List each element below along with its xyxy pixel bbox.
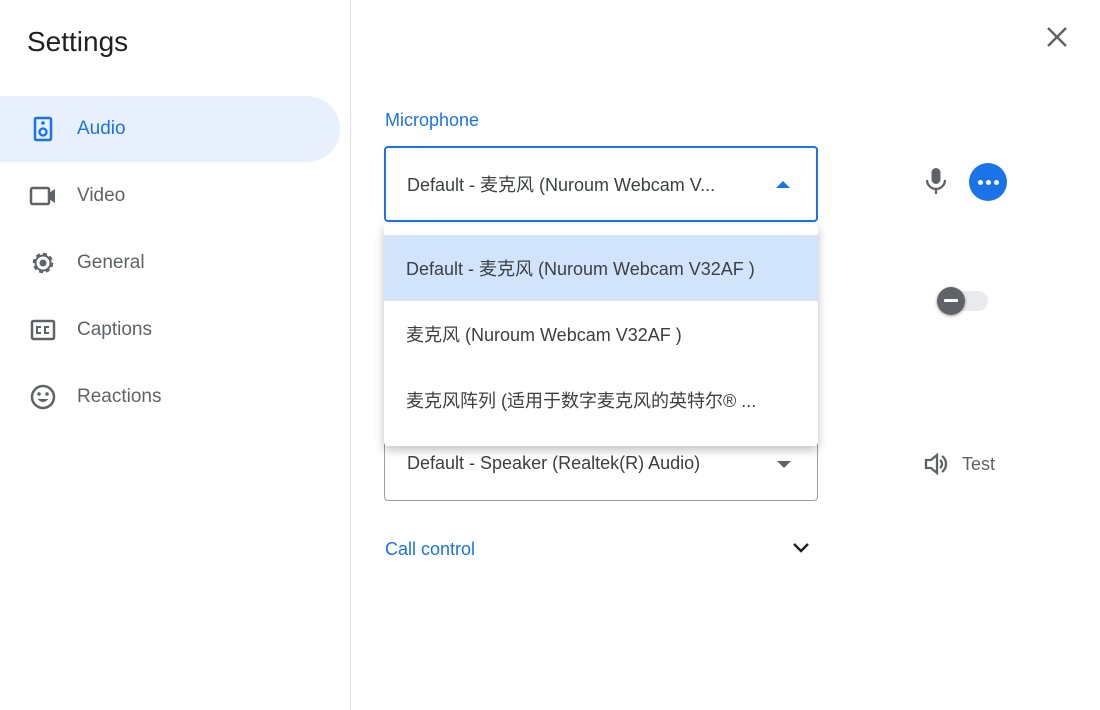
caret-down-icon xyxy=(777,461,791,468)
test-label: Test xyxy=(962,453,996,474)
caret-up-icon xyxy=(776,181,790,188)
sidebar-item-audio[interactable]: Audio xyxy=(0,96,340,162)
chevron-down-icon[interactable] xyxy=(790,537,812,559)
toggle-switch[interactable] xyxy=(937,287,988,315)
more-options-button[interactable] xyxy=(969,163,1007,201)
videocam-icon xyxy=(29,186,55,206)
sidebar-nav: Audio Video General Captions Reactions xyxy=(0,96,340,431)
microphone-option[interactable]: 麦克风阵列 (适用于数字麦克风的英特尔® ... xyxy=(384,367,818,433)
microphone-select[interactable]: Default - 麦克风 (Nuroum Webcam V... xyxy=(384,146,818,222)
microphone-option[interactable]: Default - 麦克风 (Nuroum Webcam V32AF ) xyxy=(384,235,818,301)
sidebar-item-captions[interactable]: Captions xyxy=(0,297,340,363)
closed-captions-icon xyxy=(30,319,56,341)
sidebar-item-video[interactable]: Video xyxy=(0,163,340,229)
close-icon[interactable] xyxy=(1044,24,1070,50)
speaker-icon xyxy=(33,116,53,142)
sidebar-item-label: Audio xyxy=(77,118,126,139)
microphone-label: Microphone xyxy=(385,110,480,130)
sidebar-item-reactions[interactable]: Reactions xyxy=(0,364,340,430)
divider xyxy=(350,0,351,710)
microphone-dropdown-menu: Default - 麦克风 (Nuroum Webcam V32AF ) 麦克风… xyxy=(384,224,818,446)
volume-icon xyxy=(924,452,948,476)
smiley-icon xyxy=(30,384,56,410)
sidebar-item-label: Video xyxy=(77,185,126,206)
gear-icon xyxy=(32,252,54,274)
microphone-selected-value: Default - 麦克风 (Nuroum Webcam V... xyxy=(407,175,716,195)
sidebar-item-general[interactable]: General xyxy=(0,230,340,296)
test-speaker-button[interactable]: Test xyxy=(922,450,995,478)
sidebar-item-label: Reactions xyxy=(77,386,162,407)
sidebar-item-label: Captions xyxy=(77,319,152,340)
page-title: Settings xyxy=(27,26,129,57)
sidebar-item-label: General xyxy=(77,252,145,273)
microphone-icon[interactable] xyxy=(922,166,950,196)
toggle-knob xyxy=(937,287,965,315)
microphone-option[interactable]: 麦克风 (Nuroum Webcam V32AF ) xyxy=(384,301,818,367)
call-control-label[interactable]: Call control xyxy=(385,539,475,560)
speaker-selected-value: Default - Speaker (Realtek(R) Audio) xyxy=(407,452,701,473)
